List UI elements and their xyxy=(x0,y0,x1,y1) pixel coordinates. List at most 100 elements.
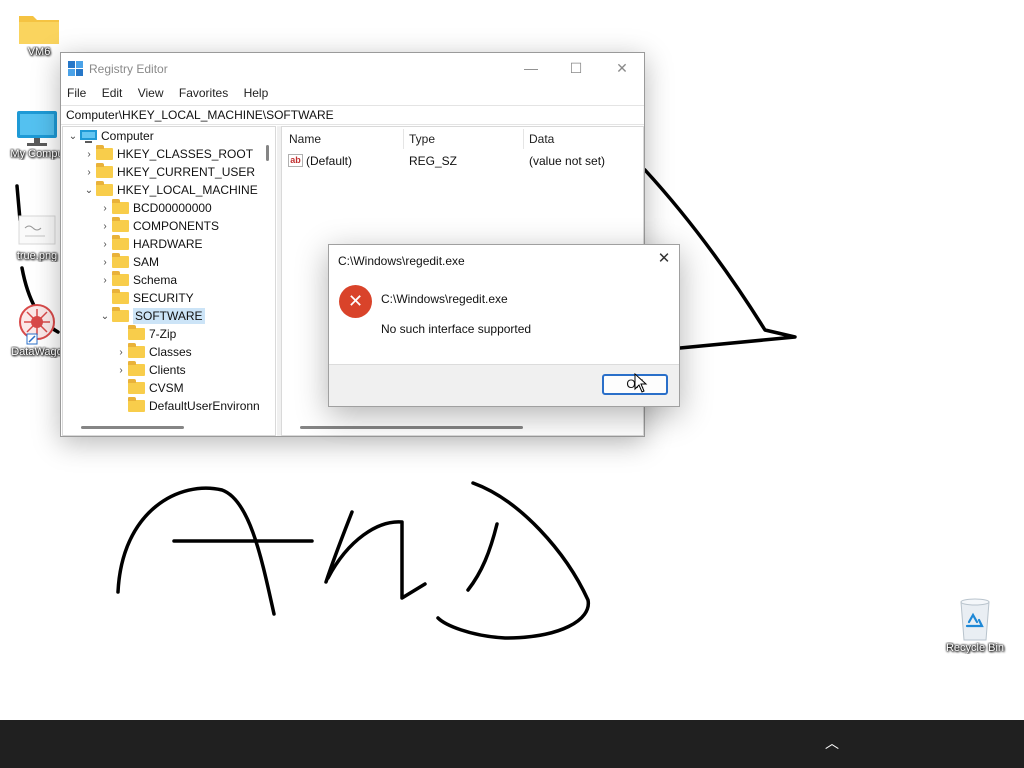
tree-horizontal-scrollbar[interactable] xyxy=(81,426,184,429)
chevron-up-icon[interactable]: ︿ xyxy=(822,733,842,753)
image-file-icon xyxy=(18,215,56,245)
dialog-heading: C:\Windows\regedit.exe xyxy=(381,292,508,306)
desktop-icon-vm6[interactable]: VM6 xyxy=(4,10,74,58)
chevron-right-icon[interactable]: › xyxy=(98,239,112,250)
chevron-right-icon[interactable]: › xyxy=(98,275,112,286)
chevron-down-icon[interactable]: ⌄ xyxy=(98,311,112,322)
maximize-button[interactable]: ☐ xyxy=(553,53,599,84)
tree-node-label: BCD00000000 xyxy=(133,201,212,215)
folder-icon xyxy=(96,145,113,160)
close-icon[interactable]: ✕ xyxy=(649,245,679,275)
folder-icon xyxy=(112,199,129,214)
tree-node-label: SECURITY xyxy=(133,291,194,305)
dialog-footer: OK xyxy=(329,364,679,406)
tree-node-computer[interactable]: ⌄ Computer xyxy=(66,127,154,145)
tree-node-hkey-classes-root[interactable]: › HKEY_CLASSES_ROOT xyxy=(82,145,253,163)
folder-icon xyxy=(96,181,113,196)
tree-node-hkey-local-machine[interactable]: ⌄ HKEY_LOCAL_MACHINE xyxy=(82,181,258,199)
monitor-icon xyxy=(17,111,57,146)
chevron-right-icon[interactable]: › xyxy=(82,167,96,178)
folder-icon xyxy=(112,289,129,304)
menu-file[interactable]: File xyxy=(61,84,92,102)
tree-vertical-scrollbar[interactable] xyxy=(266,145,269,161)
column-divider[interactable] xyxy=(403,129,404,149)
error-dialog: C:\Windows\regedit.exe ✕ ✕ C:\Windows\re… xyxy=(328,244,680,407)
registry-tree[interactable]: ⌄ Computer › HKEY_CLASSES_ROOT › HKEY_CU… xyxy=(62,126,276,436)
folder-icon xyxy=(128,397,145,412)
tree-node-label: HKEY_CURRENT_USER xyxy=(117,165,256,179)
tree-node-hardware[interactable]: › HARDWARE xyxy=(98,235,203,253)
folder-icon xyxy=(128,379,145,394)
menu-bar: File Edit View Favorites Help xyxy=(61,84,644,105)
column-divider[interactable] xyxy=(523,129,524,149)
column-type[interactable]: Type xyxy=(409,132,435,146)
menu-help[interactable]: Help xyxy=(238,84,275,102)
error-icon: ✕ xyxy=(339,285,372,318)
menu-edit[interactable]: Edit xyxy=(96,84,129,102)
address-bar[interactable]: Computer\HKEY_LOCAL_MACHINE\SOFTWARE xyxy=(61,105,644,125)
tree-node-label: HKEY_CLASSES_ROOT xyxy=(117,147,254,161)
chevron-right-icon[interactable]: › xyxy=(114,365,128,376)
tree-node-sam[interactable]: › SAM xyxy=(98,253,159,271)
datawago-app-icon xyxy=(19,304,55,345)
chevron-right-icon[interactable]: › xyxy=(98,221,112,232)
chevron-down-icon[interactable]: ⌄ xyxy=(66,131,80,142)
close-button[interactable]: ✕ xyxy=(599,53,645,84)
folder-icon xyxy=(128,343,145,358)
window-title: Registry Editor xyxy=(89,62,168,76)
tree-node-cvsm[interactable]: CVSM xyxy=(114,379,184,397)
chevron-right-icon[interactable]: › xyxy=(82,149,96,160)
tree-node-software[interactable]: ⌄ SOFTWARE xyxy=(98,307,205,325)
chevron-down-icon[interactable]: ⌄ xyxy=(82,185,96,196)
taskbar: ︿ xyxy=(0,720,1024,768)
folder-icon xyxy=(19,16,59,44)
tree-node-label: COMPONENTS xyxy=(133,219,220,233)
mouse-cursor-icon xyxy=(634,373,648,393)
menu-favorites[interactable]: Favorites xyxy=(173,84,234,102)
chevron-right-icon[interactable]: › xyxy=(98,257,112,268)
menu-view[interactable]: View xyxy=(132,84,170,102)
tree-node-label: SOFTWARE xyxy=(133,308,205,324)
computer-icon xyxy=(80,129,97,143)
folder-icon xyxy=(112,253,129,268)
tree-node-clients[interactable]: › Clients xyxy=(114,361,186,379)
minimize-button[interactable]: — xyxy=(508,53,554,84)
folder-icon xyxy=(112,217,129,232)
folder-icon xyxy=(128,325,145,340)
table-row[interactable]: ab (Default) REG_SZ (value not set) xyxy=(282,154,643,172)
desktop-icon-recycle-bin[interactable]: Recycle Bin xyxy=(940,596,1010,654)
tree-node-label: SAM xyxy=(133,255,160,269)
chevron-right-icon[interactable]: › xyxy=(114,347,128,358)
string-value-icon: ab xyxy=(288,154,303,167)
column-name[interactable]: Name xyxy=(289,132,321,146)
tree-node-components[interactable]: › COMPONENTS xyxy=(98,217,219,235)
tree-node-security[interactable]: SECURITY xyxy=(98,289,194,307)
tree-node-classes[interactable]: › Classes xyxy=(114,343,192,361)
dialog-title: C:\Windows\regedit.exe xyxy=(338,254,465,268)
tree-node-schema[interactable]: › Schema xyxy=(98,271,177,289)
tree-node-label: HARDWARE xyxy=(133,237,203,251)
folder-icon xyxy=(112,271,129,286)
registry-editor-icon xyxy=(68,61,83,76)
desktop-icon-label: Recycle Bin xyxy=(945,642,1005,654)
tree-node-bcd00000000[interactable]: › BCD00000000 xyxy=(98,199,212,217)
value-name: (Default) xyxy=(306,154,353,168)
tree-node-7-zip[interactable]: 7-Zip xyxy=(114,325,176,343)
tree-node-defaultuserenvironment[interactable]: DefaultUserEnvironn xyxy=(114,397,260,415)
tree-node-label: HKEY_LOCAL_MACHINE xyxy=(117,183,258,197)
title-bar[interactable]: Registry Editor — ☐ ✕ xyxy=(61,53,644,84)
folder-open-icon xyxy=(112,307,129,322)
tree-node-label: Computer xyxy=(101,129,154,143)
tree-node-label: Classes xyxy=(149,345,192,359)
column-data[interactable]: Data xyxy=(529,132,554,146)
list-horizontal-scrollbar[interactable] xyxy=(300,426,523,429)
chevron-right-icon[interactable]: › xyxy=(98,203,112,214)
folder-icon xyxy=(96,163,113,178)
recycle-bin-icon xyxy=(960,598,990,641)
tree-node-label: CVSM xyxy=(149,381,184,395)
folder-icon xyxy=(112,235,129,250)
tree-node-label: Schema xyxy=(133,273,178,287)
tree-node-hkey-current-user[interactable]: › HKEY_CURRENT_USER xyxy=(82,163,255,181)
list-header: Name Type Data xyxy=(282,127,643,151)
folder-icon xyxy=(128,361,145,376)
